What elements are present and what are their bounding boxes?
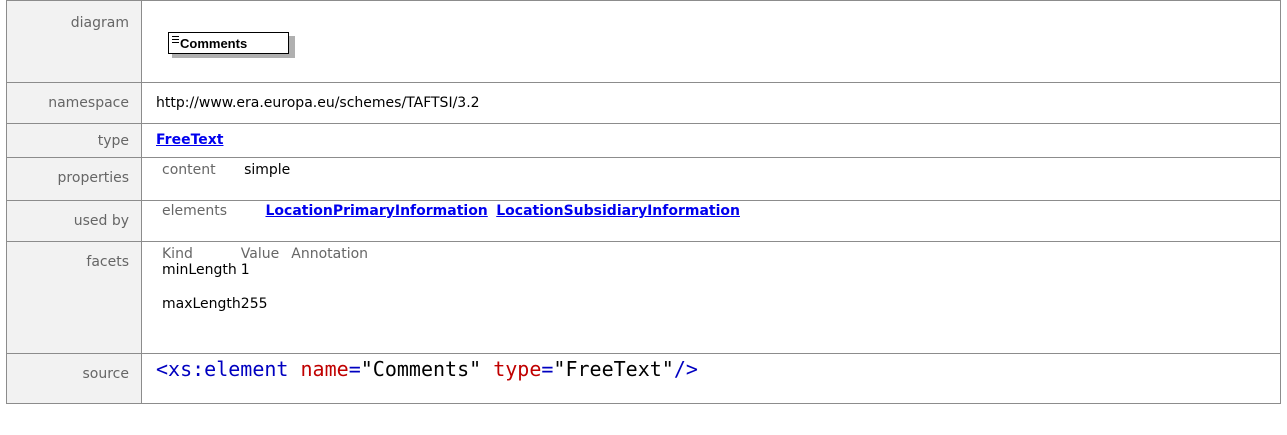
facets-header-row: Kind Value Annotation — [162, 246, 368, 262]
type-label: type — [6, 123, 142, 158]
used-by-row: used by elements LocationPrimaryInformat… — [6, 200, 1281, 242]
facet-value: 255 — [240, 296, 268, 312]
facets-header-kind: Kind — [162, 246, 193, 262]
facets-table: Kind Value Annotation minLength 1 maxLen… — [162, 246, 368, 322]
element-diagram: Comments — [168, 32, 295, 58]
type-row: type FreeText — [6, 123, 1281, 158]
namespace-value: http://www.era.europa.eu/schemes/TAFTSI/… — [141, 82, 1281, 124]
properties-row: properties content simple — [6, 157, 1281, 201]
used-by-label: used by — [6, 200, 142, 242]
table-row: maxLength 255 — [162, 286, 368, 322]
schema-doc-table: diagram namespace http://www.era.europa.… — [6, 0, 1281, 404]
namespace-label: namespace — [6, 82, 142, 124]
type-link[interactable]: FreeText — [156, 132, 223, 148]
diagram-cell — [141, 0, 1281, 83]
used-by-link-subsidiary[interactable]: LocationSubsidiaryInformation — [496, 203, 740, 219]
properties-label: properties — [6, 157, 142, 201]
element-box: Comments — [168, 32, 289, 54]
properties-content-value: simple — [244, 162, 291, 178]
facets-row: facets Kind Value Annotation minLength 1… — [6, 241, 1281, 354]
diagram-label: diagram — [6, 0, 142, 83]
properties-content-label: content — [162, 162, 216, 178]
facets-label: facets — [6, 241, 142, 354]
facets-header-annotation: Annotation — [291, 246, 369, 262]
element-lines-icon — [172, 36, 179, 45]
element-name: Comments — [180, 36, 248, 51]
table-row: minLength 1 — [162, 262, 368, 286]
facets-header-value: Value — [240, 246, 280, 262]
source-row: source <xs:element name="Comments" type=… — [6, 353, 1281, 404]
facet-kind: minLength — [162, 262, 237, 278]
used-by-link-primary[interactable]: LocationPrimaryInformation — [265, 203, 487, 219]
source-code: <xs:element name="Comments" type="FreeTe… — [156, 357, 698, 381]
facet-kind: maxLength — [162, 296, 241, 312]
namespace-row: namespace http://www.era.europa.eu/schem… — [6, 82, 1281, 124]
facet-value: 1 — [240, 262, 250, 278]
used-by-elements-label: elements — [162, 203, 228, 219]
source-label: source — [6, 353, 142, 404]
